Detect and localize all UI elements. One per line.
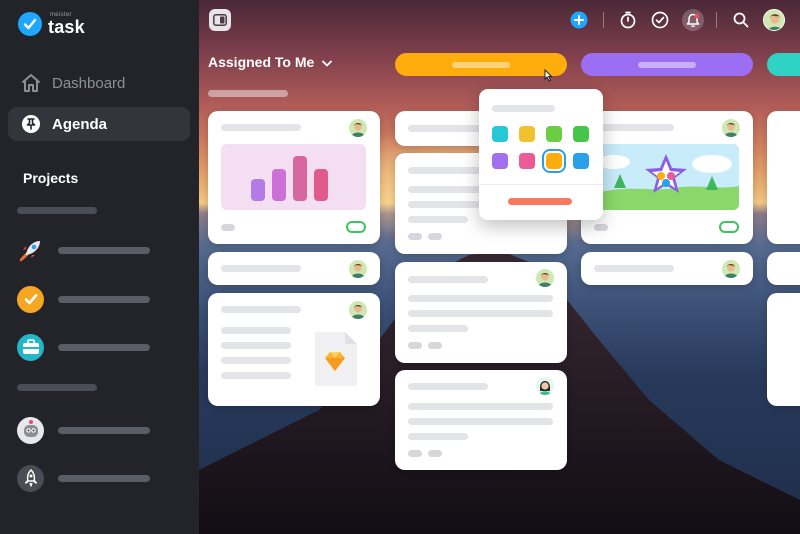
check-circle-icon <box>17 285 44 313</box>
task-card[interactable] <box>395 370 567 470</box>
assignee-avatar <box>536 377 554 395</box>
main-board: Assigned To Me <box>199 0 800 534</box>
color-swatch[interactable] <box>546 126 562 142</box>
projects-title: Projects <box>23 170 79 186</box>
column-header-orange[interactable] <box>395 53 567 76</box>
logo-check-icon <box>18 12 42 36</box>
project-item[interactable] <box>17 285 187 313</box>
agenda-pin-icon <box>20 113 42 135</box>
task-card[interactable] <box>208 293 380 406</box>
sidebar: meister task Dashboard Agenda Projects <box>0 0 199 534</box>
robot-icon <box>17 416 44 444</box>
project-group-label <box>17 207 97 214</box>
task-card[interactable] <box>767 252 800 285</box>
toggle-sidebar-button[interactable] <box>209 9 231 31</box>
color-swatch[interactable] <box>519 153 535 169</box>
color-swatch[interactable] <box>492 126 508 142</box>
timer-icon[interactable] <box>618 10 638 30</box>
task-card[interactable] <box>767 293 800 406</box>
chevron-down-icon <box>322 54 333 70</box>
project-item[interactable] <box>17 333 187 361</box>
view-title: Assigned To Me <box>208 54 315 70</box>
logo-word: task <box>48 17 85 37</box>
color-swatch[interactable] <box>492 153 508 169</box>
search-icon[interactable] <box>731 10 751 30</box>
assignee-avatar <box>349 260 367 278</box>
task-card[interactable] <box>767 111 800 244</box>
project-item[interactable] <box>17 464 187 492</box>
assignee-avatar <box>536 269 554 287</box>
project-group-label <box>17 384 97 391</box>
notification-bell-icon[interactable] <box>682 9 704 31</box>
user-avatar[interactable] <box>763 9 785 31</box>
mouse-cursor-icon <box>543 68 555 88</box>
logo[interactable]: meister task <box>18 12 108 37</box>
assignee-avatar <box>349 301 367 319</box>
task-card[interactable] <box>208 111 380 244</box>
add-icon[interactable] <box>569 10 589 30</box>
assignee-avatar <box>722 260 740 278</box>
project-item[interactable] <box>17 416 187 444</box>
task-card[interactable] <box>581 252 753 285</box>
chart-thumbnail-image <box>221 144 366 210</box>
color-swatch[interactable] <box>542 149 566 173</box>
nav-dashboard[interactable]: Dashboard <box>8 66 190 100</box>
checkmark-icon[interactable] <box>650 10 670 30</box>
nav-agenda[interactable]: Agenda <box>8 107 190 141</box>
color-picker-popover <box>479 89 603 220</box>
view-subtitle-placeholder <box>208 90 288 97</box>
nav-dashboard-label: Dashboard <box>52 74 126 92</box>
color-swatch[interactable] <box>573 153 589 169</box>
column-header-purple[interactable] <box>581 53 753 76</box>
assignee-avatar <box>722 119 740 137</box>
nav-agenda-label: Agenda <box>52 115 108 133</box>
assignee-avatar <box>349 119 367 137</box>
remove-color-button[interactable] <box>508 198 572 205</box>
task-card[interactable] <box>395 262 567 363</box>
rocket-outline-icon <box>17 464 44 492</box>
briefcase-icon <box>17 333 44 361</box>
star-illustration-image <box>594 144 739 210</box>
sketch-file-icon <box>311 330 359 388</box>
tag-badge <box>719 221 739 233</box>
task-card[interactable] <box>581 111 753 244</box>
color-swatch[interactable] <box>519 126 535 142</box>
view-selector[interactable]: Assigned To Me <box>208 54 333 70</box>
task-card[interactable] <box>208 252 380 285</box>
column-header-teal[interactable] <box>767 53 800 76</box>
project-item[interactable] <box>17 236 187 264</box>
home-icon <box>20 72 42 94</box>
color-swatch[interactable] <box>573 126 589 142</box>
tag-badge <box>346 221 366 233</box>
rocket-icon <box>17 237 44 264</box>
